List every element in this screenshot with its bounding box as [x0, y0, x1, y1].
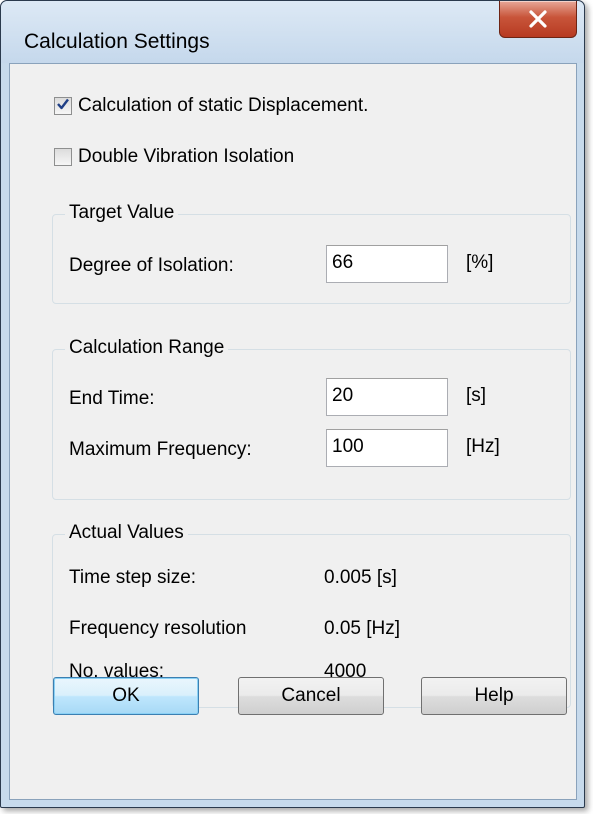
- double-isolation-checkbox[interactable]: [54, 148, 72, 166]
- dialog-title: Calculation Settings: [24, 30, 210, 53]
- time-step-label: Time step size:: [69, 567, 197, 588]
- end-time-unit: [s]: [466, 385, 487, 406]
- target-value-title: Target Value: [65, 202, 179, 224]
- close-button[interactable]: [499, 1, 577, 38]
- degree-of-isolation-input[interactable]: 66: [326, 245, 448, 283]
- static-displacement-option[interactable]: Calculation of static Displacement.: [54, 95, 368, 117]
- end-time-label: End Time:: [69, 388, 155, 409]
- end-time-input[interactable]: 20: [326, 378, 448, 416]
- cancel-button[interactable]: Cancel: [238, 677, 384, 715]
- calculation-range-title: Calculation Range: [65, 337, 229, 359]
- static-displacement-checkbox[interactable]: [54, 97, 72, 115]
- max-frequency-input[interactable]: 100: [326, 429, 448, 467]
- time-step-value: 0.005 [s]: [324, 567, 397, 588]
- close-icon: [528, 10, 548, 28]
- degree-of-isolation-label: Degree of Isolation:: [69, 255, 234, 276]
- ok-button[interactable]: OK: [53, 677, 199, 715]
- actual-values-title: Actual Values: [65, 522, 188, 544]
- frequency-resolution-value: 0.05 [Hz]: [324, 618, 401, 639]
- calculation-settings-dialog: Calculation Settings Calculation of stat…: [0, 0, 585, 808]
- max-frequency-label: Maximum Frequency:: [69, 439, 252, 460]
- help-button[interactable]: Help: [421, 677, 567, 715]
- double-isolation-label: Double Vibration Isolation: [78, 146, 295, 167]
- max-frequency-unit: [Hz]: [466, 436, 500, 457]
- checkmark-icon: [56, 95, 70, 117]
- title-bar[interactable]: Calculation Settings: [1, 1, 584, 63]
- static-displacement-label: Calculation of static Displacement.: [78, 95, 369, 116]
- degree-of-isolation-unit: [%]: [466, 252, 494, 273]
- calculation-range-group: Calculation Range: [52, 337, 571, 500]
- double-isolation-option[interactable]: Double Vibration Isolation: [54, 146, 294, 168]
- frequency-resolution-label: Frequency resolution: [69, 618, 247, 639]
